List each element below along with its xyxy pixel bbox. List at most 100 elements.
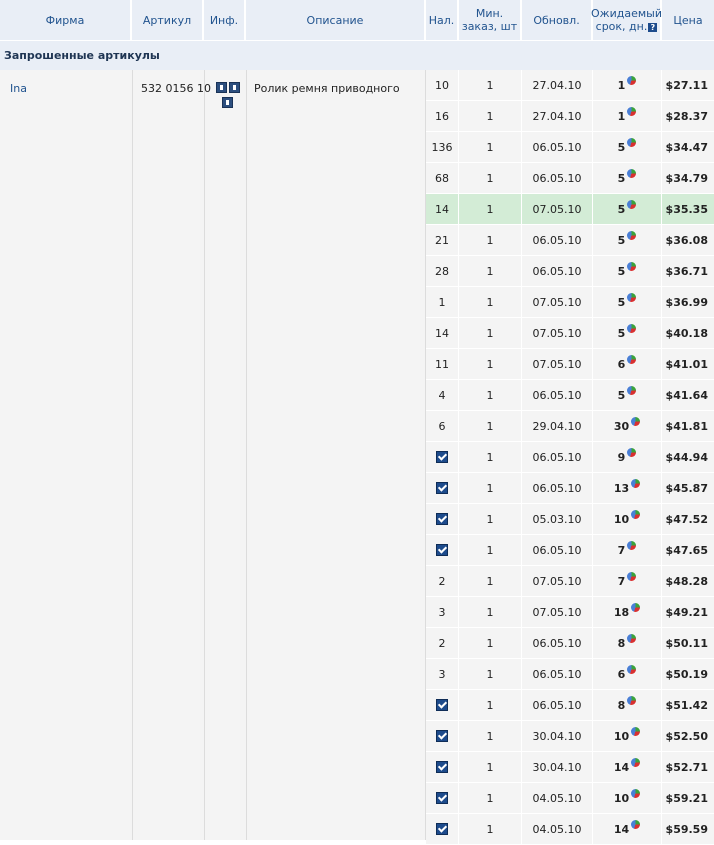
table-row[interactable]: 136 1 06.05.10 5 $34.47	[426, 132, 714, 163]
price-cell: $36.08	[662, 225, 714, 255]
header-min-order[interactable]: Мин. заказ, шт	[459, 0, 522, 40]
pie-chart-icon[interactable]	[627, 695, 637, 705]
table-row[interactable]: 4 1 06.05.10 5 $41.64	[426, 380, 714, 411]
header-sku[interactable]: Артикул	[132, 0, 204, 40]
table-row[interactable]: 1 30.04.10 10 $52.50	[426, 721, 714, 752]
expected-days-cell: 5	[593, 163, 661, 193]
stock-cell[interactable]	[426, 783, 458, 813]
checkbox-icon[interactable]	[436, 513, 448, 525]
header-updated[interactable]: Обновл.	[522, 0, 593, 40]
table-row[interactable]: 2 1 06.05.10 8 $50.11	[426, 628, 714, 659]
table-row[interactable]: 3 1 07.05.10 18 $49.21	[426, 597, 714, 628]
pie-chart-icon[interactable]	[627, 664, 637, 674]
expected-days-value: 5	[617, 388, 626, 402]
stock-cell[interactable]	[426, 504, 458, 534]
min-order-cell: 1	[459, 504, 521, 534]
price-cell: $36.71	[662, 256, 714, 286]
pie-chart-icon[interactable]	[631, 726, 641, 736]
stock-cell[interactable]	[426, 690, 458, 720]
checkbox-icon[interactable]	[436, 823, 448, 835]
table-row[interactable]: 11 1 07.05.10 6 $41.01	[426, 349, 714, 380]
stock-cell[interactable]	[426, 752, 458, 782]
pie-chart-icon[interactable]	[631, 478, 641, 488]
price-cell: $35.35	[662, 194, 714, 224]
stock-cell[interactable]	[426, 442, 458, 472]
pie-chart-icon[interactable]	[627, 571, 637, 581]
table-row[interactable]: 1 06.05.10 7 $47.65	[426, 535, 714, 566]
min-order-cell: 1	[459, 566, 521, 596]
pie-chart-icon[interactable]	[627, 137, 637, 147]
table-row[interactable]: 21 1 06.05.10 5 $36.08	[426, 225, 714, 256]
checkbox-icon[interactable]	[436, 730, 448, 742]
pie-chart-icon[interactable]	[631, 509, 641, 519]
table-row[interactable]: 68 1 06.05.10 5 $34.79	[426, 163, 714, 194]
table-row[interactable]: 1 04.05.10 14 $59.59	[426, 814, 714, 845]
checkbox-icon[interactable]	[436, 761, 448, 773]
pie-chart-icon[interactable]	[627, 385, 637, 395]
checkbox-icon[interactable]	[436, 792, 448, 804]
pie-chart-icon[interactable]	[627, 540, 637, 550]
price-cell: $52.50	[662, 721, 714, 751]
pie-chart-icon[interactable]	[631, 757, 641, 767]
pie-chart-icon[interactable]	[627, 261, 637, 271]
table-row[interactable]: 1 1 07.05.10 5 $36.99	[426, 287, 714, 318]
pie-chart-icon[interactable]	[627, 230, 637, 240]
header-description[interactable]: Описание	[246, 0, 426, 40]
table-row[interactable]: 1 06.05.10 8 $51.42	[426, 690, 714, 721]
table-row[interactable]: 6 1 29.04.10 30 $41.81	[426, 411, 714, 442]
pie-chart-icon[interactable]	[627, 354, 637, 364]
updated-date-cell: 07.05.10	[522, 597, 592, 627]
pie-chart-icon[interactable]	[631, 416, 641, 426]
item-firm-link[interactable]: Ina	[10, 82, 27, 95]
pie-chart-icon[interactable]	[627, 323, 637, 333]
table-row[interactable]: 28 1 06.05.10 5 $36.71	[426, 256, 714, 287]
stock-value: 136	[431, 140, 453, 154]
header-stock[interactable]: Нал.	[426, 0, 459, 40]
stock-cell[interactable]	[426, 535, 458, 565]
header-firm[interactable]: Фирма	[0, 0, 132, 40]
table-row[interactable]: 14 1 07.05.10 5 $40.18	[426, 318, 714, 349]
pie-chart-icon[interactable]	[631, 819, 641, 829]
header-price[interactable]: Цена	[662, 0, 714, 40]
pie-chart-icon[interactable]	[631, 602, 641, 612]
pie-chart-icon[interactable]	[627, 633, 637, 643]
min-order-cell: 1	[459, 349, 521, 379]
stock-cell[interactable]	[426, 473, 458, 503]
table-row[interactable]: 3 1 06.05.10 6 $50.19	[426, 659, 714, 690]
pie-chart-icon[interactable]	[627, 199, 637, 209]
help-icon[interactable]: ?	[648, 22, 658, 32]
checkbox-icon[interactable]	[436, 544, 448, 556]
photo-icon[interactable]	[216, 82, 227, 93]
table-row[interactable]: 1 06.05.10 13 $45.87	[426, 473, 714, 504]
table-row[interactable]: 1 04.05.10 10 $59.21	[426, 783, 714, 814]
pie-chart-icon[interactable]	[627, 292, 637, 302]
checkbox-icon[interactable]	[436, 699, 448, 711]
min-order-cell: 1	[459, 473, 521, 503]
pie-chart-icon[interactable]	[631, 788, 641, 798]
checkbox-icon[interactable]	[436, 482, 448, 494]
pie-chart-icon[interactable]	[627, 168, 637, 178]
table-row[interactable]: 14 1 07.05.10 5 $35.35	[426, 194, 714, 225]
expected-days-value: 5	[617, 171, 626, 185]
table-row[interactable]: 1 06.05.10 9 $44.94	[426, 442, 714, 473]
expected-days-cell: 5	[593, 225, 661, 255]
table-row[interactable]: 1 30.04.10 14 $52.71	[426, 752, 714, 783]
updated-date-cell: 06.05.10	[522, 225, 592, 255]
stock-cell[interactable]	[426, 721, 458, 751]
price-cell: $59.21	[662, 783, 714, 813]
table-row[interactable]: 10 1 27.04.10 1 $27.11	[426, 70, 714, 101]
table-row[interactable]: 1 05.03.10 10 $47.52	[426, 504, 714, 535]
min-order-cell: 1	[459, 287, 521, 317]
pie-chart-icon[interactable]	[627, 75, 637, 85]
expected-days-value: 13	[613, 481, 630, 495]
table-row[interactable]: 2 1 07.05.10 7 $48.28	[426, 566, 714, 597]
updated-date-cell: 07.05.10	[522, 349, 592, 379]
table-row[interactable]: 16 1 27.04.10 1 $28.37	[426, 101, 714, 132]
pie-chart-icon[interactable]	[627, 106, 637, 116]
header-expected[interactable]: Ожидаемый срок, дн.?	[591, 0, 662, 40]
pie-chart-icon[interactable]	[627, 447, 637, 457]
details-icon[interactable]	[222, 97, 233, 108]
info-icon[interactable]	[229, 82, 240, 93]
checkbox-icon[interactable]	[436, 451, 448, 463]
expected-days-cell: 13	[593, 473, 661, 503]
